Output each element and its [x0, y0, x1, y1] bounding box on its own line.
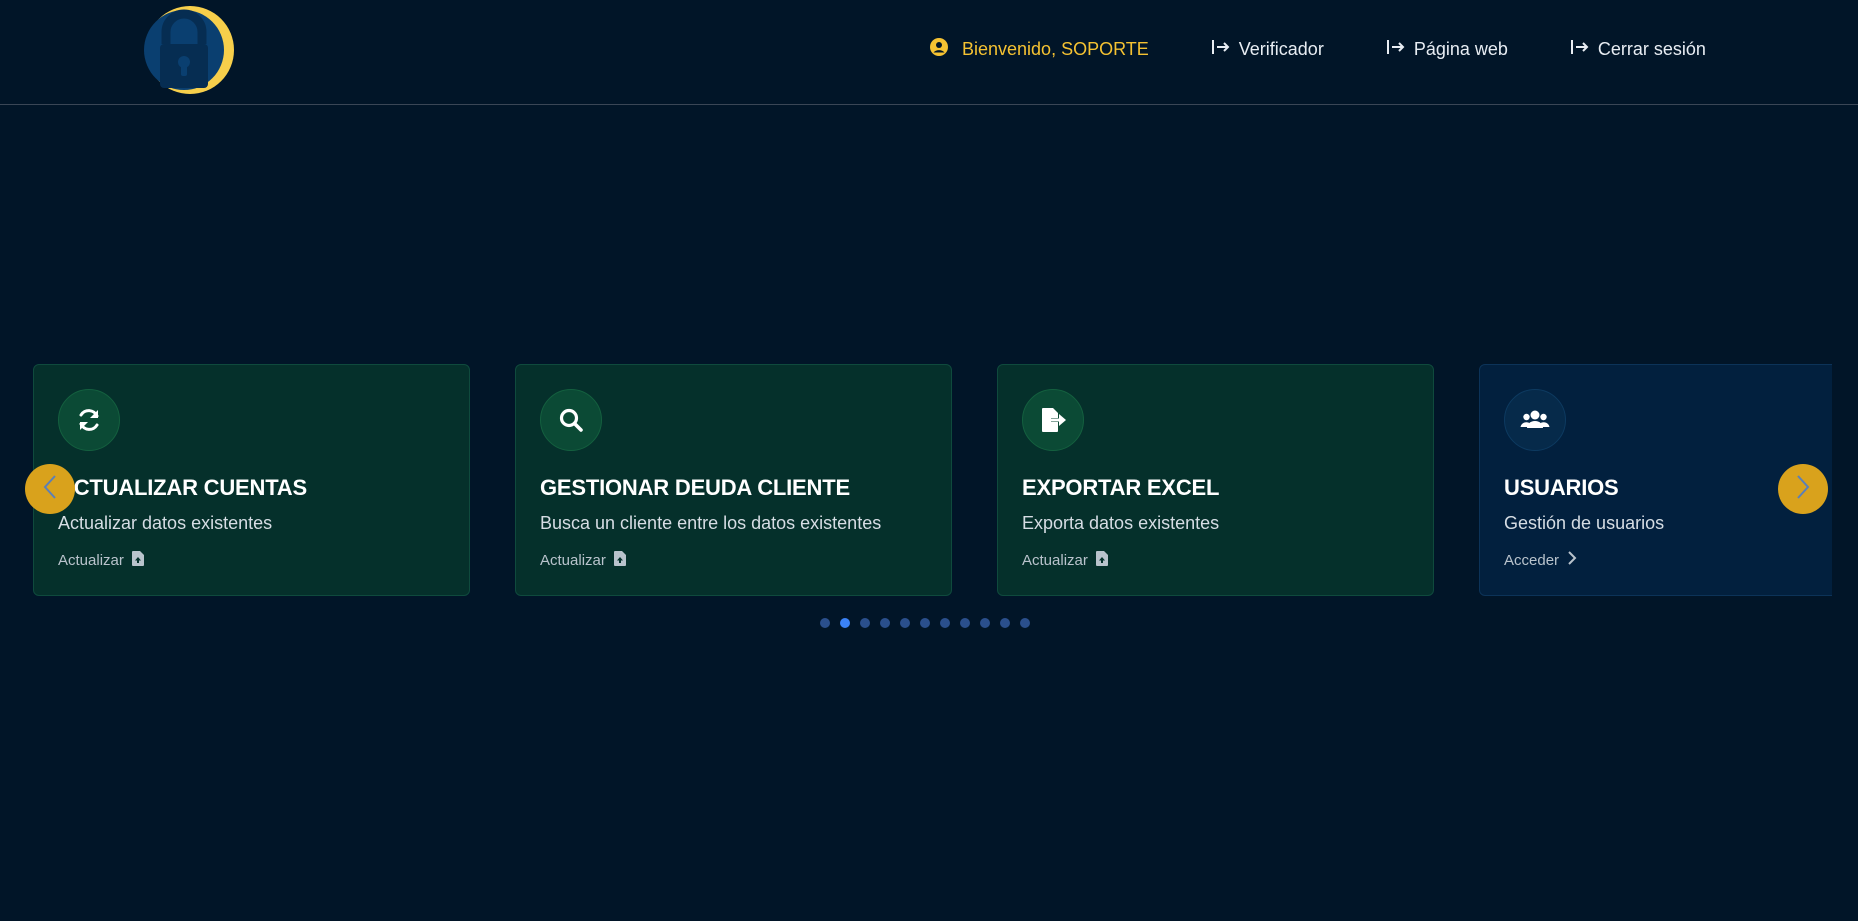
card-title: USUARIOS	[1504, 475, 1619, 500]
card-action-label: Actualizar	[1022, 552, 1088, 569]
chevron-left-icon	[40, 473, 60, 506]
nav-link-pagina-web[interactable]: Página web	[1386, 38, 1508, 61]
carousel-track: ACTUALIZAR CUENTAS Actualizar datos exis…	[0, 364, 1832, 596]
card-action-label: Actualizar	[58, 552, 124, 569]
search-icon	[540, 389, 602, 451]
carousel-dot[interactable]	[1000, 618, 1010, 628]
carousel-pagination	[820, 618, 1040, 628]
card-action-link[interactable]: Acceder	[1504, 551, 1577, 569]
top-nav: Bienvenido, SOPORTE Verificador Página w…	[930, 38, 1706, 61]
card-action-link[interactable]: Actualizar	[58, 551, 144, 570]
card-action-link[interactable]: Actualizar	[1022, 551, 1108, 570]
card-description: Actualizar datos existentes	[58, 513, 273, 533]
card-description: Busca un cliente entre los datos existen…	[540, 513, 882, 533]
card-description: Exporta datos existentes	[1022, 513, 1220, 533]
carousel-dot[interactable]	[920, 618, 930, 628]
card-description: Gestión de usuarios	[1504, 513, 1665, 533]
welcome-user[interactable]: Bienvenido, SOPORTE	[930, 38, 1149, 61]
welcome-label: Bienvenido, SOPORTE	[962, 39, 1149, 59]
card-title: GESTIONAR DEUDA CLIENTE	[540, 475, 850, 500]
arrow-right-to-bracket-icon	[1570, 38, 1590, 61]
carousel-dot[interactable]	[840, 618, 850, 628]
carousel-dot[interactable]	[860, 618, 870, 628]
lock-logo-icon[interactable]	[144, 4, 236, 96]
users-icon	[1504, 389, 1566, 451]
card-title: EXPORTAR EXCEL	[1022, 475, 1220, 500]
card-actualizar-cuentas[interactable]: ACTUALIZAR CUENTAS Actualizar datos exis…	[33, 364, 470, 596]
user-circle-icon	[930, 38, 948, 61]
carousel-dot[interactable]	[900, 618, 910, 628]
carousel-dot[interactable]	[960, 618, 970, 628]
arrow-right-to-bracket-icon	[1386, 38, 1406, 61]
nav-link-cerrar-sesion[interactable]: Cerrar sesión	[1570, 38, 1706, 61]
sync-icon	[58, 389, 120, 451]
card-action-link[interactable]: Actualizar	[540, 551, 626, 570]
file-upload-icon	[613, 551, 626, 570]
card-exportar-excel[interactable]: EXPORTAR EXCEL Exporta datos existentes …	[997, 364, 1434, 596]
carousel-dot[interactable]	[1020, 618, 1030, 628]
file-upload-icon	[131, 551, 144, 570]
card-action-label: Actualizar	[540, 552, 606, 569]
card-gestionar-deuda-cliente[interactable]: GESTIONAR DEUDA CLIENTE Busca un cliente…	[515, 364, 952, 596]
header: Bienvenido, SOPORTE Verificador Página w…	[0, 0, 1858, 105]
card-title: ACTUALIZAR CUENTAS	[58, 475, 307, 500]
carousel-prev-button[interactable]	[25, 464, 75, 514]
card-action-label: Acceder	[1504, 551, 1560, 569]
carousel-dot[interactable]	[820, 618, 830, 628]
nav-link-label: Página web	[1413, 39, 1508, 59]
carousel: ACTUALIZAR CUENTAS Actualizar datos exis…	[0, 364, 1858, 628]
nav-link-label: Cerrar sesión	[1597, 39, 1706, 59]
nav-link-verificador[interactable]: Verificador	[1211, 38, 1324, 61]
carousel-dot[interactable]	[940, 618, 950, 628]
file-export-icon	[1022, 389, 1084, 451]
chevron-right-icon	[1793, 473, 1813, 506]
file-upload-icon	[1095, 551, 1108, 570]
nav-link-label: Verificador	[1238, 39, 1324, 59]
page: Bienvenido, SOPORTE Verificador Página w…	[0, 0, 1858, 921]
chevron-right-icon	[1567, 551, 1577, 569]
carousel-dot[interactable]	[880, 618, 890, 628]
arrow-right-to-bracket-icon	[1211, 38, 1231, 61]
carousel-next-button[interactable]	[1778, 464, 1828, 514]
carousel-dot[interactable]	[980, 618, 990, 628]
